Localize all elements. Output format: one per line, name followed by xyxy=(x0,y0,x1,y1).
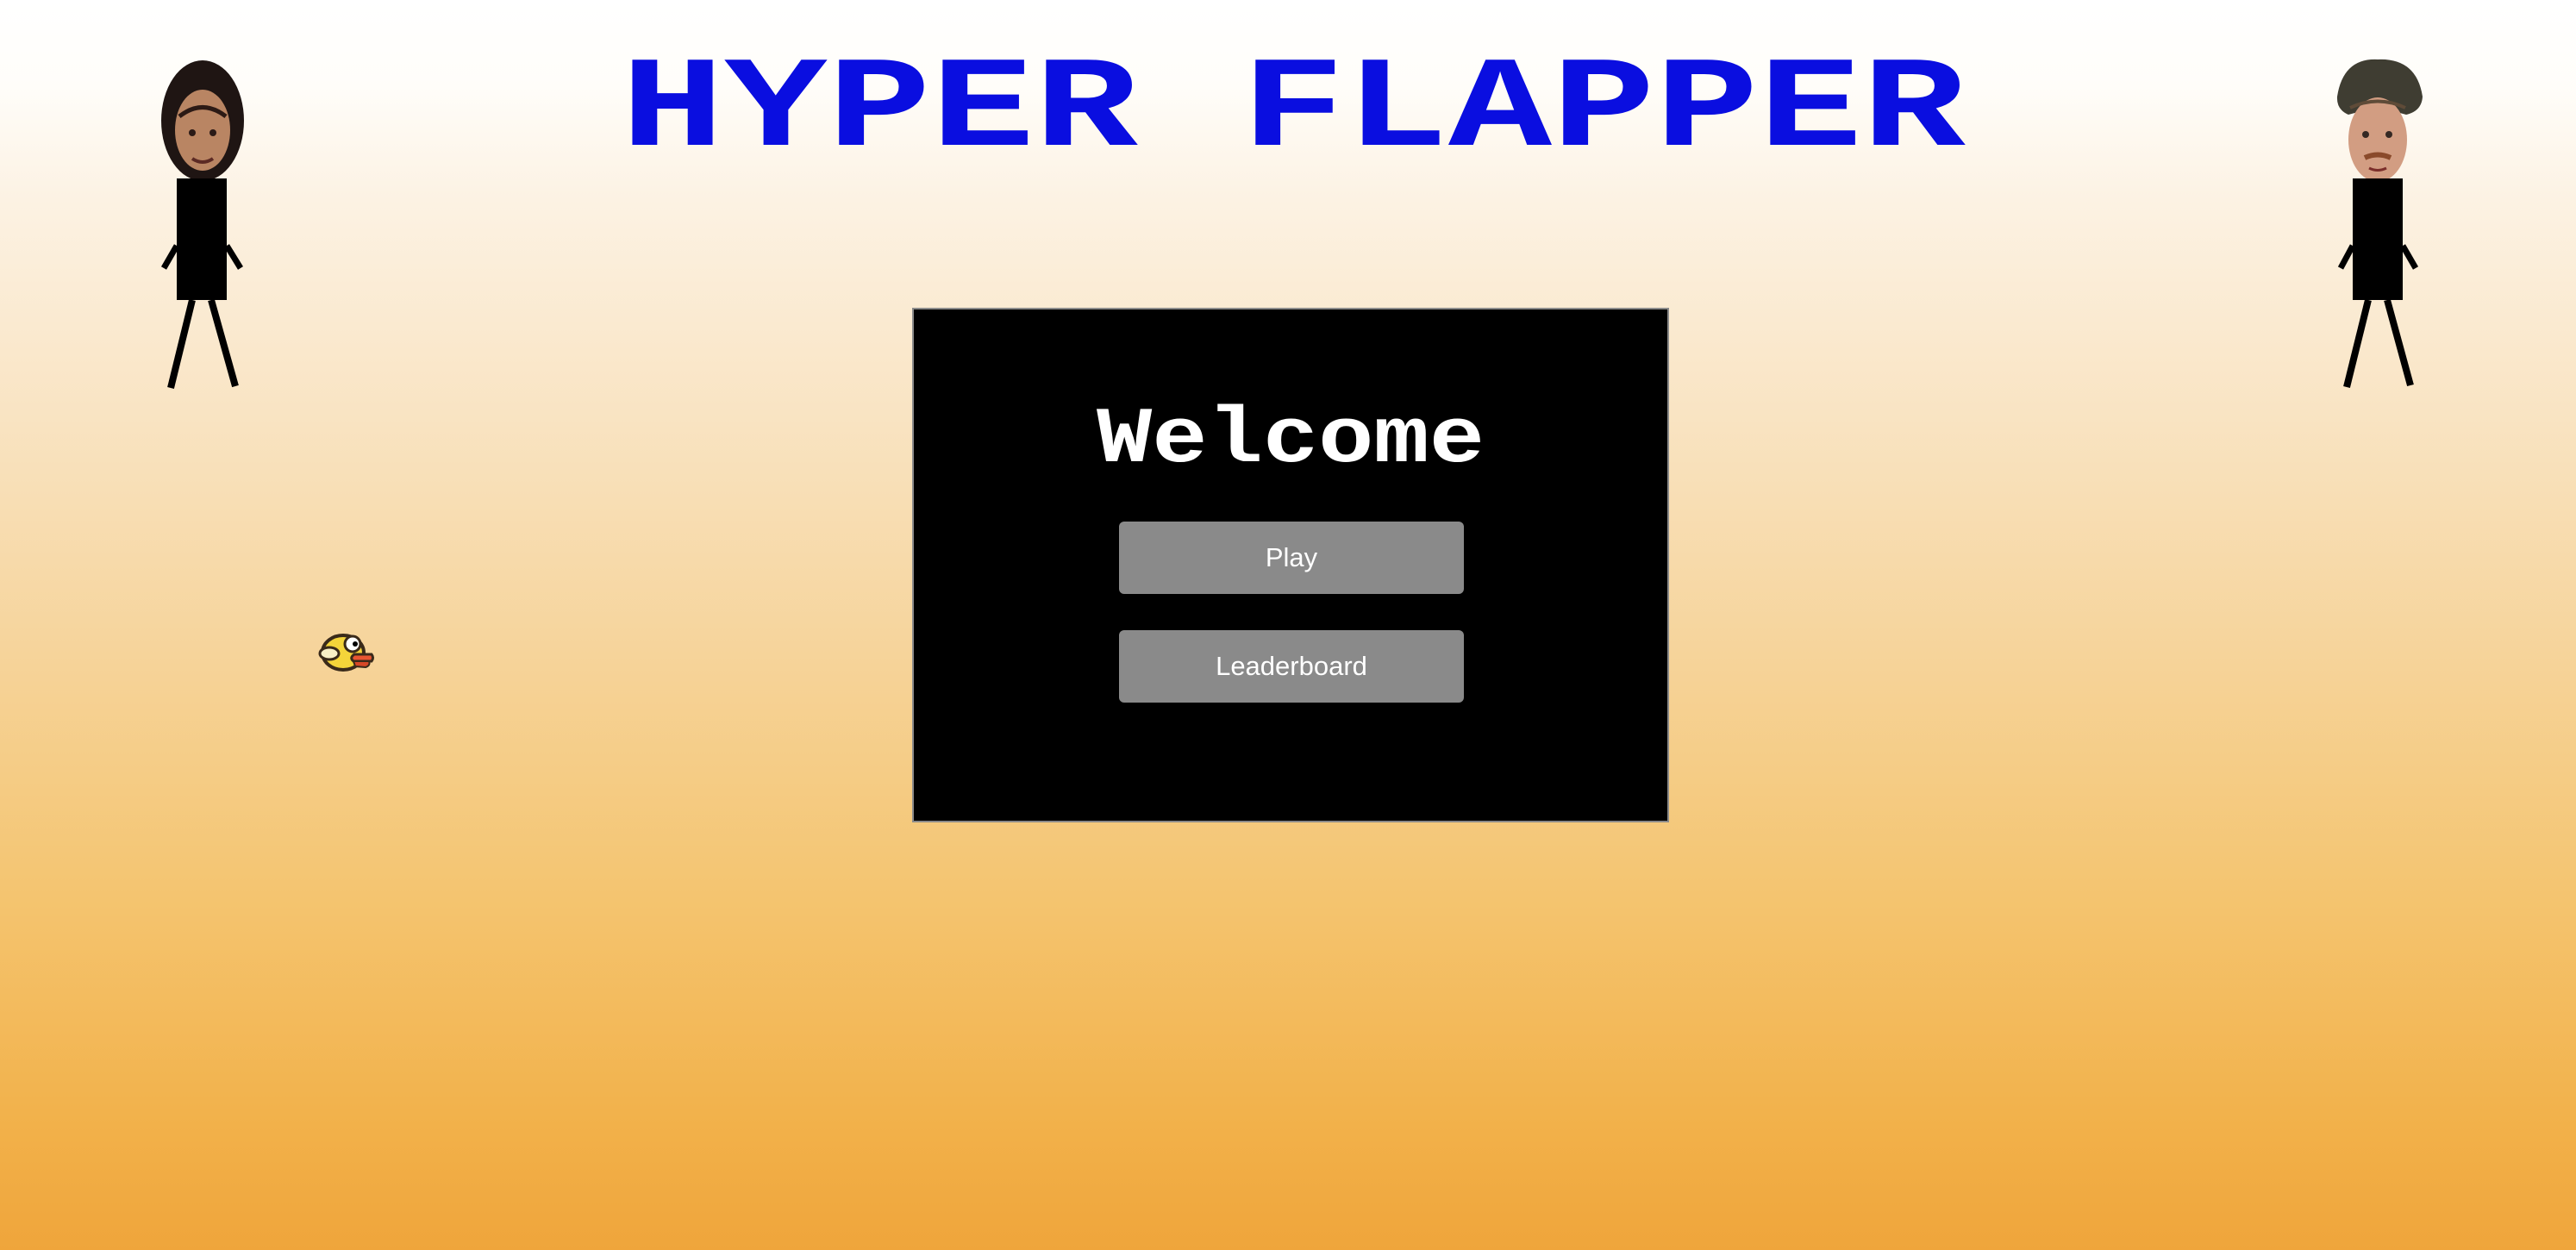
flappy-bird-icon xyxy=(314,628,376,676)
left-player-figure xyxy=(142,47,263,392)
leaderboard-button[interactable]: Leaderboard xyxy=(1119,630,1464,703)
welcome-menu: Welcome Play Leaderboard xyxy=(912,308,1669,822)
play-button[interactable]: Play xyxy=(1119,522,1464,594)
right-player-figure xyxy=(2317,47,2438,392)
game-title-text: HYPER FLAPPER xyxy=(621,38,1966,184)
game-title: HYPER FLAPPER xyxy=(621,38,1966,184)
welcome-heading: Welcome xyxy=(1086,396,1495,475)
welcome-heading-text: Welcome xyxy=(1097,396,1485,475)
